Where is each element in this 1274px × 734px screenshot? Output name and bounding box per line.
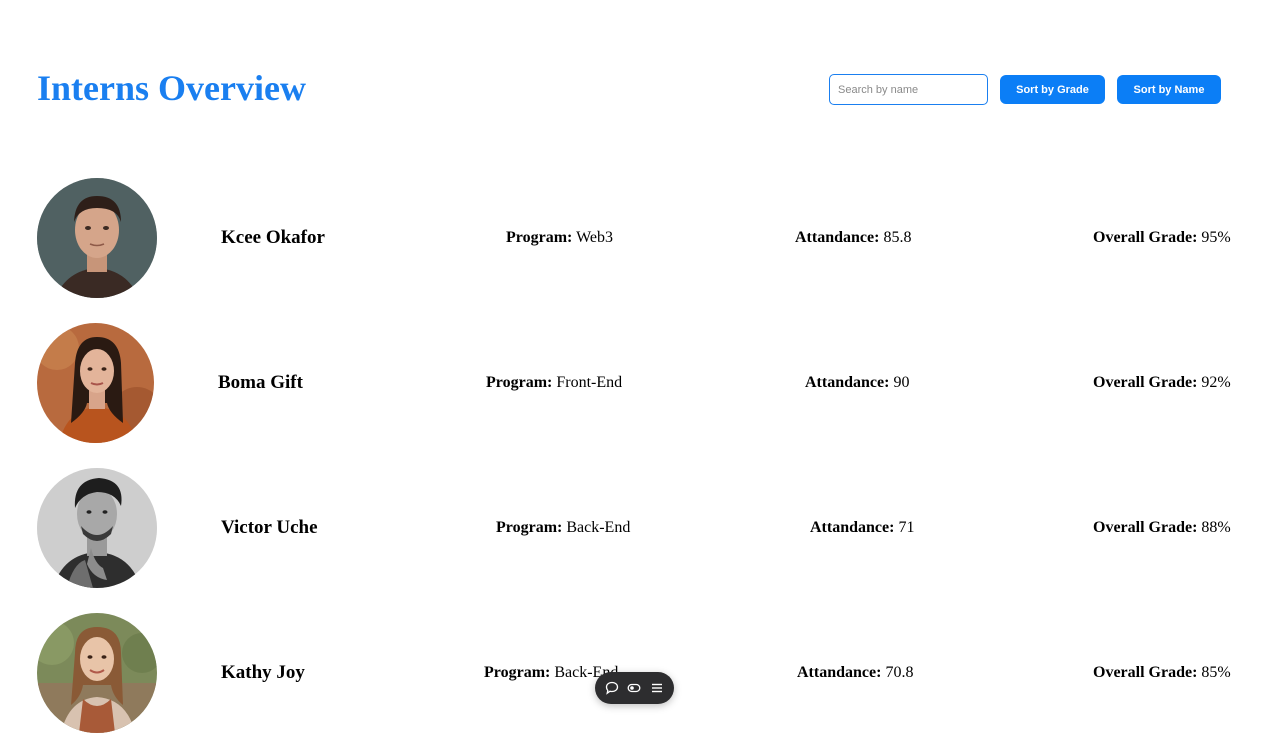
intern-grade: Overall Grade: 92% bbox=[1093, 323, 1231, 443]
program-label: Program: bbox=[506, 229, 573, 246]
intern-program: Program: Web3 bbox=[506, 178, 613, 298]
grade-label: Overall Grade: bbox=[1093, 664, 1198, 681]
sort-by-name-button[interactable]: Sort by Name bbox=[1117, 75, 1221, 104]
toggle-icon[interactable] bbox=[626, 680, 642, 696]
intern-program: Program: Back-End bbox=[484, 613, 618, 733]
program-label: Program: bbox=[486, 374, 553, 391]
intern-attendance: Attandance: 70.8 bbox=[797, 613, 913, 733]
avatar bbox=[37, 323, 154, 443]
man-portrait-bw-image bbox=[37, 468, 157, 588]
intern-program: Program: Front-End bbox=[486, 323, 622, 443]
floating-toolbar bbox=[595, 672, 674, 704]
comment-icon[interactable] bbox=[604, 680, 620, 696]
intern-grade: Overall Grade: 85% bbox=[1093, 613, 1231, 733]
program-value: Back-End bbox=[566, 519, 631, 536]
grade-value: 85% bbox=[1201, 664, 1231, 681]
man-portrait-image bbox=[37, 178, 157, 298]
attendance-value: 70.8 bbox=[885, 664, 914, 681]
intern-attendance: Attandance: 71 bbox=[810, 468, 914, 588]
toolbar: Sort by Grade Sort by Name bbox=[829, 74, 1221, 105]
woman-portrait-image bbox=[37, 613, 157, 733]
grade-label: Overall Grade: bbox=[1093, 374, 1198, 391]
intern-row: Boma Gift Program: Front-End Attandance:… bbox=[0, 323, 1274, 443]
program-value: Web3 bbox=[576, 229, 613, 246]
avatar bbox=[37, 178, 157, 298]
intern-grade: Overall Grade: 88% bbox=[1093, 468, 1231, 588]
program-value: Front-End bbox=[556, 374, 623, 391]
attendance-label: Attandance: bbox=[797, 664, 882, 681]
program-label: Program: bbox=[484, 664, 551, 681]
attendance-value: 71 bbox=[898, 519, 915, 536]
program-label: Program: bbox=[496, 519, 563, 536]
intern-name: Boma Gift bbox=[218, 372, 303, 393]
intern-name: Kcee Okafor bbox=[221, 227, 325, 248]
intern-row: Kcee Okafor Program: Web3 Attandance: 85… bbox=[0, 178, 1274, 298]
intern-name: Kathy Joy bbox=[221, 662, 305, 683]
attendance-label: Attandance: bbox=[795, 229, 880, 246]
grade-value: 92% bbox=[1201, 374, 1231, 391]
intern-attendance: Attandance: 85.8 bbox=[795, 178, 911, 298]
intern-attendance: Attandance: 90 bbox=[805, 323, 909, 443]
attendance-label: Attandance: bbox=[810, 519, 895, 536]
grade-value: 88% bbox=[1201, 519, 1231, 536]
grade-label: Overall Grade: bbox=[1093, 519, 1198, 536]
attendance-label: Attandance: bbox=[805, 374, 890, 391]
avatar bbox=[37, 468, 157, 588]
sort-by-grade-button[interactable]: Sort by Grade bbox=[1000, 75, 1105, 104]
search-input[interactable] bbox=[829, 74, 988, 105]
intern-row: Victor Uche Program: Back-End Attandance… bbox=[0, 468, 1274, 588]
grade-value: 95% bbox=[1201, 229, 1231, 246]
menu-icon[interactable] bbox=[649, 680, 665, 696]
intern-grade: Overall Grade: 95% bbox=[1093, 178, 1231, 298]
woman-portrait-image bbox=[37, 323, 154, 443]
intern-name: Victor Uche bbox=[221, 517, 318, 538]
attendance-value: 85.8 bbox=[883, 229, 912, 246]
avatar bbox=[37, 613, 157, 733]
page-title: Interns Overview bbox=[37, 68, 306, 108]
intern-program: Program: Back-End bbox=[496, 468, 630, 588]
grade-label: Overall Grade: bbox=[1093, 229, 1198, 246]
attendance-value: 90 bbox=[893, 374, 910, 391]
